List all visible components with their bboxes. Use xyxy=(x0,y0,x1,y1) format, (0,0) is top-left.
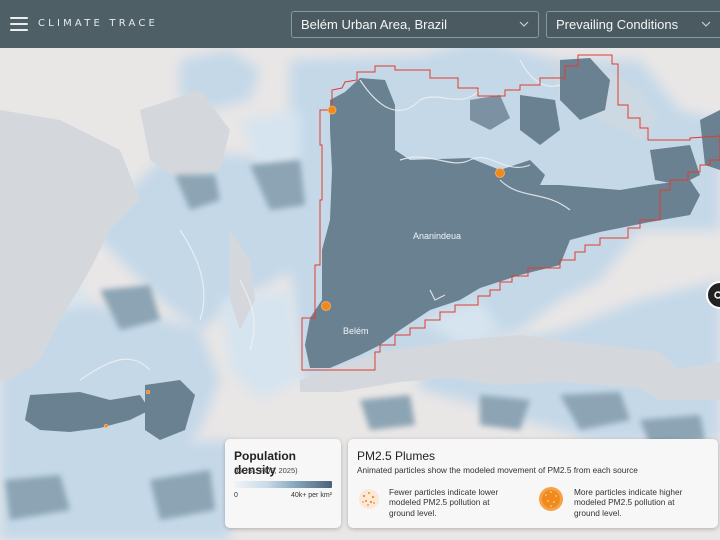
population-gradient-bar xyxy=(234,481,332,488)
source-marker xyxy=(104,423,109,428)
population-legend-subtitle: (GHSL-POP, 2025) xyxy=(234,466,298,475)
population-legend-min: 0 xyxy=(234,492,238,499)
pm25-legend-description: Animated particles show the modeled move… xyxy=(357,465,638,475)
view-select[interactable]: Prevailing Conditions xyxy=(546,11,720,38)
fewer-particles-text: Fewer particles indicate lower modeled P… xyxy=(389,487,499,518)
fewer-particles-icon xyxy=(359,489,379,509)
more-particles-text: More particles indicate higher modeled P… xyxy=(574,487,683,518)
population-legend-max: 40k+ per km² xyxy=(290,492,332,499)
source-marker xyxy=(145,389,150,394)
climate-trace-logo[interactable]: CLIMATE TRACE xyxy=(38,18,158,29)
pm25-legend-title: PM2.5 Plumes xyxy=(357,449,436,463)
chevron-down-icon xyxy=(701,21,711,27)
population-density-legend: Population density (GHSL-POP, 2025) 0 40… xyxy=(225,439,341,528)
map-label-belem: Belém xyxy=(343,326,369,336)
top-bar: CLIMATE TRACE Belém Urban Area, Brazil P… xyxy=(0,0,720,48)
source-marker xyxy=(327,105,337,115)
more-particles-icon xyxy=(539,487,563,511)
hamburger-menu-icon[interactable] xyxy=(10,15,28,33)
chevron-down-icon xyxy=(519,21,529,27)
pm25-plumes-legend: PM2.5 Plumes Animated particles show the… xyxy=(348,439,718,528)
view-select-value: Prevailing Conditions xyxy=(556,17,679,32)
location-select-value: Belém Urban Area, Brazil xyxy=(301,17,447,32)
location-select[interactable]: Belém Urban Area, Brazil xyxy=(291,11,539,38)
source-marker xyxy=(495,168,505,178)
source-marker xyxy=(321,301,331,311)
map-label-ananindeua: Ananindeua xyxy=(413,231,462,241)
